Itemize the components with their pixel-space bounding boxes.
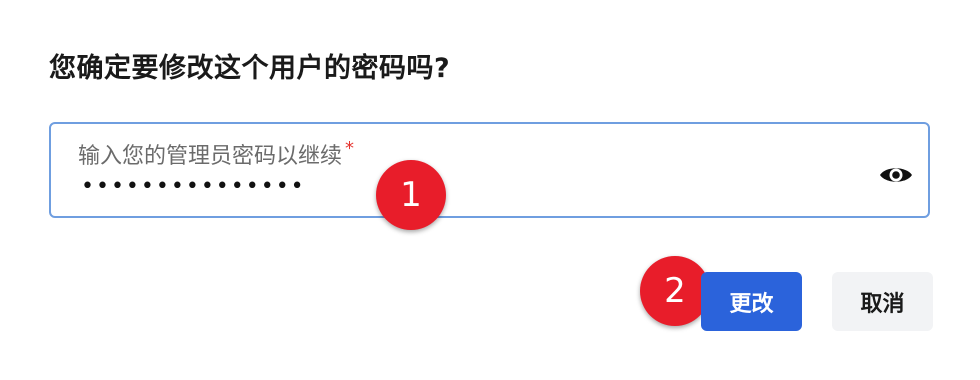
step-marker-1: 1 <box>376 160 446 230</box>
change-password-dialog: 您确定要修改这个用户的密码吗? 输入您的管理员密码以继续 * ••••••••••… <box>0 0 980 380</box>
confirm-change-button[interactable]: 更改 <box>701 272 802 331</box>
eye-icon[interactable] <box>878 163 914 187</box>
password-field-label-text: 输入您的管理员密码以继续 <box>78 144 343 169</box>
dialog-title: 您确定要修改这个用户的密码吗? <box>49 53 451 84</box>
password-input-value[interactable]: ••••••••••••••• <box>81 174 306 199</box>
password-field-label: 输入您的管理员密码以继续 * <box>78 138 354 170</box>
required-mark: * <box>345 138 355 159</box>
cancel-button[interactable]: 取消 <box>832 272 933 331</box>
admin-password-field[interactable]: 输入您的管理员密码以继续 * ••••••••••••••• <box>49 122 930 218</box>
step-marker-2: 2 <box>640 256 710 326</box>
